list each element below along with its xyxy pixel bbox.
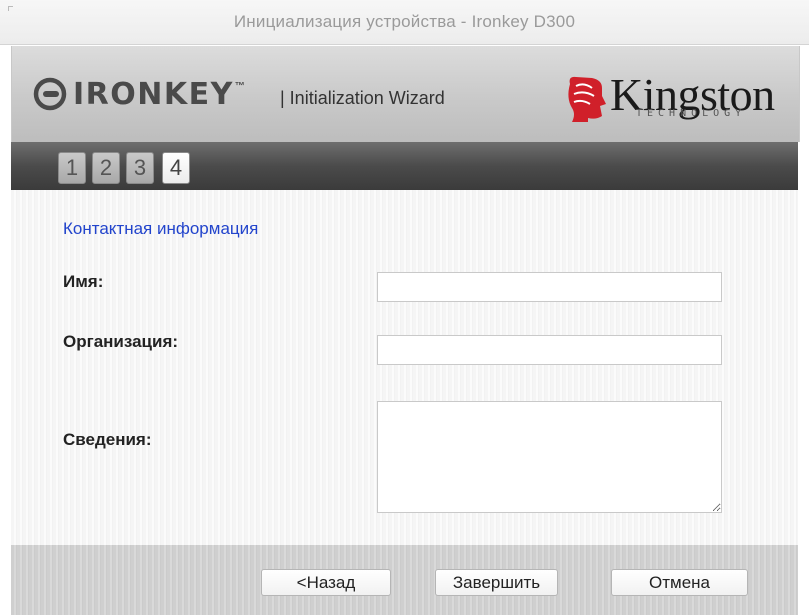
finish-button[interactable]: Завершить bbox=[435, 569, 558, 596]
step-4-active: 4 bbox=[162, 152, 190, 184]
button-bar: <Назад Завершить Отмена bbox=[11, 545, 798, 615]
step-1: 1 bbox=[58, 152, 86, 184]
kingston-subtext: TECHNOLOGY bbox=[636, 108, 747, 119]
ironkey-logo: IRONKEY ™ bbox=[32, 74, 245, 114]
organization-input[interactable] bbox=[377, 335, 722, 365]
name-label: Имя: bbox=[63, 272, 104, 291]
cancel-button[interactable]: Отмена bbox=[611, 569, 748, 596]
back-button[interactable]: <Назад bbox=[261, 569, 391, 596]
ironkey-brand-text: IRONKEY bbox=[73, 76, 234, 112]
step-2: 2 bbox=[92, 152, 120, 184]
details-textarea[interactable] bbox=[377, 401, 722, 513]
ironkey-key-icon bbox=[33, 77, 67, 111]
step-3: 3 bbox=[126, 152, 154, 184]
kingston-head-icon bbox=[568, 76, 606, 122]
window-title: Инициализация устройства - Ironkey D300 bbox=[233, 12, 576, 31]
step-indicator-bar: 1 2 3 4 bbox=[11, 142, 798, 190]
wizard-label: | Initialization Wizard bbox=[280, 88, 445, 108]
organization-label: Организация: bbox=[63, 332, 179, 351]
kingston-logo: Kingston TECHNOLOGY bbox=[562, 68, 787, 130]
details-label: Сведения: bbox=[63, 430, 152, 449]
form-panel: Контактная информация Имя: Организация: … bbox=[11, 190, 798, 545]
corner-mark bbox=[8, 6, 13, 11]
window-titlebar: Инициализация устройства - Ironkey D300 bbox=[0, 0, 809, 45]
section-title: Контактная информация bbox=[63, 219, 259, 238]
wizard-header: IRONKEY ™ | Initialization Wizard Kingsto… bbox=[11, 46, 800, 142]
name-input[interactable] bbox=[377, 272, 722, 302]
ironkey-tm: ™ bbox=[234, 80, 245, 92]
